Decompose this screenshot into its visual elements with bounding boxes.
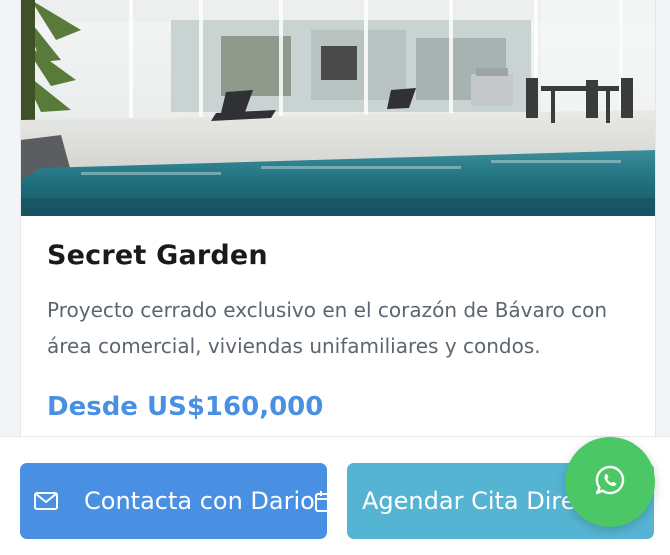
property-description: Proyecto cerrado exclusivo en el corazón… — [47, 298, 608, 358]
property-price: Desde US$160,000 — [47, 392, 324, 422]
contact-button-label: Contacta con Dario — [84, 487, 315, 515]
property-photo[interactable] — [21, 0, 655, 216]
mail-icon — [34, 492, 58, 510]
calendar-icon — [314, 490, 327, 512]
whatsapp-button[interactable] — [565, 437, 655, 527]
contact-button[interactable]: Contacta con Dario — [20, 463, 327, 539]
property-photo-illustration — [21, 0, 655, 216]
property-title[interactable]: Secret Garden — [47, 240, 268, 271]
property-card: Secret Garden Proyecto cerrado exclusivo… — [20, 0, 656, 471]
whatsapp-icon — [594, 464, 626, 500]
